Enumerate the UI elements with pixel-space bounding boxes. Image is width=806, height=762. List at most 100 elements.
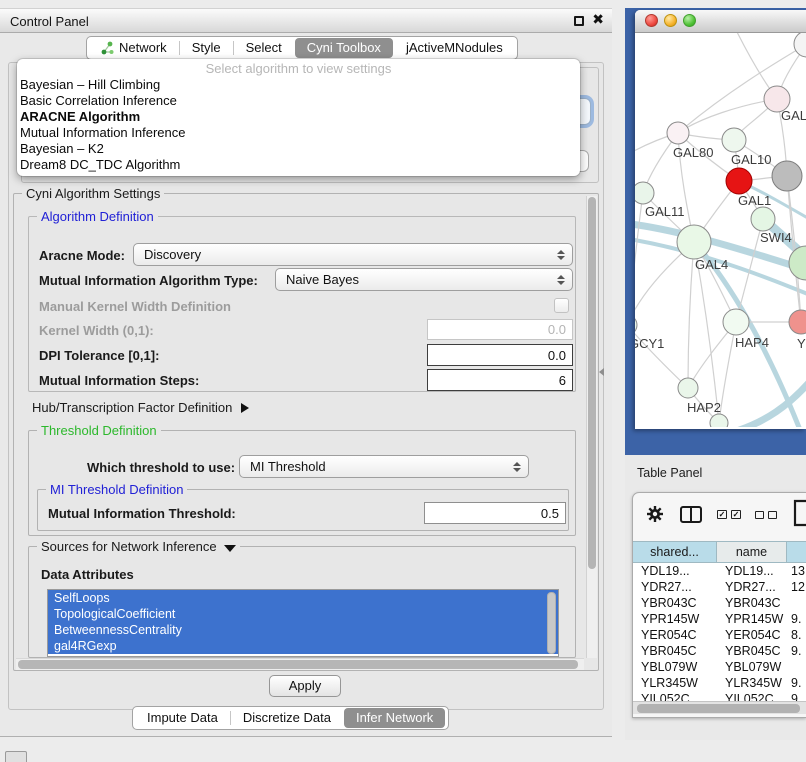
which-threshold-label: Which threshold to use: — [87, 460, 235, 475]
deselect-all-checkboxes-icon[interactable] — [755, 511, 781, 526]
algorithm-dropdown-popup: Select algorithm to view settings Bayesi… — [17, 59, 580, 176]
group-title: Cyni Algorithm Settings — [22, 186, 164, 201]
manual-kernel-width-checkbox[interactable] — [554, 298, 569, 313]
combo-arrows-icon — [513, 462, 521, 472]
kernel-width-field[interactable] — [427, 319, 573, 340]
minimized-panel-button[interactable] — [5, 751, 27, 762]
tab-discretize-data[interactable]: Discretize Data — [231, 707, 343, 729]
settings-gear-icon[interactable] — [646, 505, 664, 526]
mi-steps-label: Mutual Information Steps: — [39, 373, 199, 388]
tab-impute-data[interactable]: Impute Data — [135, 707, 230, 729]
new-table-icon[interactable] — [793, 499, 806, 530]
list-item[interactable]: SelfLoops — [48, 590, 558, 606]
node-label: GAL — [781, 108, 806, 123]
table-row[interactable]: YIL052CYIL052C9 — [633, 691, 806, 701]
node-hap4[interactable] — [723, 309, 749, 335]
group-title: Algorithm Definition — [37, 209, 158, 224]
combo-arrows-icon — [557, 275, 565, 285]
select-all-checkboxes-icon[interactable]: ✓✓ — [717, 510, 745, 525]
scrollbar-thumb[interactable] — [588, 197, 596, 569]
control-panel-tabbar: Network Style Select Cyni Toolbox jActiv… — [86, 36, 518, 60]
node[interactable] — [794, 33, 806, 57]
float-window-icon[interactable] — [574, 16, 584, 26]
mi-threshold-field[interactable] — [424, 502, 566, 524]
node-label: GAL10 — [731, 152, 771, 167]
node[interactable] — [710, 414, 728, 427]
which-threshold-combo[interactable]: MI Threshold — [239, 455, 529, 478]
dropdown-prompt: Select algorithm to view settings — [17, 60, 580, 77]
node-gal1-highlighted[interactable] — [726, 168, 752, 194]
data-attributes-list[interactable]: SelfLoops TopologicalCoefficient Between… — [47, 589, 559, 657]
network-canvas[interactable]: GAL GAL80 GAL10 GAL1 GAL11 SWI4 GAL4 GCY… — [635, 33, 806, 427]
node-gal10[interactable] — [722, 128, 746, 152]
network-window-titlebar[interactable] — [635, 10, 806, 33]
node-salmon[interactable] — [789, 310, 806, 334]
table-row[interactable]: YDL19...YDL19...13 — [633, 563, 806, 579]
dropdown-item[interactable]: Bayesian – Hill Climbing — [17, 77, 580, 93]
node-swi4[interactable] — [751, 207, 775, 231]
list-item[interactable]: TopologicalCoefficient — [48, 606, 558, 622]
apply-button[interactable]: Apply — [269, 675, 341, 697]
tab-select[interactable]: Select — [234, 37, 294, 59]
close-traffic-light-icon[interactable] — [645, 14, 658, 27]
dropdown-item-highlighted[interactable]: ARACNE Algorithm — [17, 109, 580, 125]
dpi-tolerance-field[interactable] — [427, 344, 573, 366]
minimize-traffic-light-icon[interactable] — [664, 14, 677, 27]
settings-horizontal-scrollbar[interactable] — [16, 658, 584, 670]
dropdown-item[interactable]: Bayesian – K2 — [17, 141, 580, 157]
column-header-name[interactable]: name — [717, 542, 787, 562]
zoom-traffic-light-icon[interactable] — [683, 14, 696, 27]
table-panel: Table Panel — [625, 455, 806, 740]
table-row[interactable]: YBR045CYBR045C9. — [633, 643, 806, 659]
tab-infer-network[interactable]: Infer Network — [344, 708, 445, 728]
table-horizontal-scrollbar[interactable] — [633, 701, 806, 714]
hub-section-toggle[interactable]: Hub/Transcription Factor Definition — [32, 400, 249, 415]
mi-algorithm-type-combo[interactable]: Naive Bayes — [275, 268, 573, 291]
node[interactable] — [789, 246, 806, 280]
tab-cyni-toolbox[interactable]: Cyni Toolbox — [295, 38, 393, 58]
mi-steps-field[interactable] — [427, 369, 573, 391]
list-scrollbar-thumb[interactable] — [547, 592, 556, 654]
scrollbar-thumb[interactable] — [637, 704, 800, 713]
node-label: HAP4 — [735, 335, 769, 350]
network-window[interactable]: GAL GAL80 GAL10 GAL1 GAL11 SWI4 GAL4 GCY… — [635, 10, 806, 429]
node-gal4[interactable] — [677, 225, 711, 259]
split-pane-collapse-arrow[interactable] — [599, 368, 604, 376]
scrollbar-thumb[interactable] — [18, 660, 578, 669]
tab-style[interactable]: Style — [180, 37, 233, 59]
bottom-tabbar: Impute Data Discretize Data Infer Networ… — [132, 706, 449, 730]
node-label: Y — [797, 336, 806, 351]
tab-network[interactable]: Network — [89, 37, 179, 59]
table-row[interactable]: YBL079WYBL079W — [633, 659, 806, 675]
list-item[interactable]: gal4RGexp — [48, 638, 558, 654]
list-item[interactable]: BetweennessCentrality — [48, 622, 558, 638]
close-icon[interactable]: ✖ — [592, 12, 604, 28]
tab-jactivemnodules[interactable]: jActiveMNodules — [394, 37, 515, 59]
table-row[interactable]: YLR345WYLR345W9. — [633, 675, 806, 691]
show-columns-icon[interactable] — [680, 506, 702, 526]
table-header-row: shared... name — [633, 541, 806, 563]
dropdown-item[interactable]: Dream8 DC_TDC Algorithm — [17, 157, 580, 173]
node-label: GAL11 — [645, 204, 685, 219]
node-hap2[interactable] — [678, 378, 698, 398]
table-body: YDL19...YDL19...13 YDR27...YDR27...12 YB… — [633, 563, 806, 701]
node-gcy1[interactable] — [635, 315, 637, 335]
settings-vertical-scrollbar[interactable] — [586, 196, 597, 658]
aracne-mode-combo[interactable]: Discovery — [133, 243, 573, 266]
column-header-partial[interactable] — [787, 542, 806, 562]
table-row[interactable]: YBR043CYBR043C — [633, 595, 806, 611]
dropdown-item[interactable]: Basic Correlation Inference — [17, 93, 580, 109]
table-row[interactable]: YER054CYER054C8. — [633, 627, 806, 643]
table-panel-title: Table Panel — [637, 466, 702, 480]
group-title: Threshold Definition — [37, 423, 161, 438]
collapsed-arrow-icon — [241, 403, 249, 413]
table-row[interactable]: YDR27...YDR27...12 — [633, 579, 806, 595]
dropdown-item[interactable]: Mutual Information Inference — [17, 125, 580, 141]
node-gal80[interactable] — [667, 122, 689, 144]
table-row[interactable]: YPR145WYPR145W9. — [633, 611, 806, 627]
sources-title-toggle[interactable]: Sources for Network Inference — [37, 539, 240, 554]
column-header-shared-name[interactable]: shared... — [633, 542, 717, 562]
network-desktop-panel: GAL GAL80 GAL10 GAL1 GAL11 SWI4 GAL4 GCY… — [625, 8, 806, 455]
node-gal11[interactable] — [635, 182, 654, 204]
node-neutral[interactable] — [772, 161, 802, 191]
